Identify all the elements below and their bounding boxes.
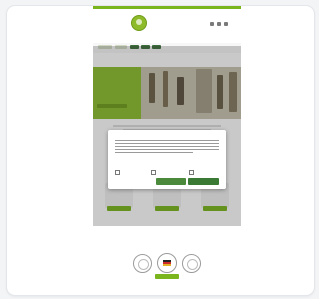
site-logo-text[interactable] <box>98 21 128 27</box>
certification-seal-icon <box>182 254 201 273</box>
cookie-text-line <box>115 140 219 142</box>
search-icon[interactable] <box>210 22 214 26</box>
marketing-checkbox[interactable] <box>189 170 194 175</box>
cookie-text-line <box>115 143 219 145</box>
user-icon[interactable] <box>217 22 221 26</box>
quality-seal-icon <box>133 254 152 273</box>
cookie-text-line <box>115 146 219 148</box>
screenshot-background <box>0 0 319 299</box>
german-flag-icon <box>163 260 171 266</box>
german-flag-seal-icon <box>157 253 177 273</box>
cookie-consent-dialog <box>108 130 226 189</box>
main-nav <box>93 35 241 43</box>
seal-ring <box>138 259 149 270</box>
cart-icon[interactable] <box>224 22 228 26</box>
preview-card <box>6 5 315 296</box>
cookie-save-button[interactable] <box>156 178 186 185</box>
cookie-text-line <box>115 149 219 151</box>
flag-stripe-gold <box>163 264 171 266</box>
mobile-page-preview <box>93 6 241 295</box>
statistics-checkbox[interactable] <box>151 170 156 175</box>
seal-ring <box>187 259 198 270</box>
site-logo-icon[interactable] <box>131 15 147 31</box>
bottom-cta-button[interactable] <box>155 274 179 279</box>
cookie-text-line <box>115 152 193 154</box>
necessary-checkbox[interactable] <box>115 170 120 175</box>
cookie-accept-all-button[interactable] <box>188 178 219 185</box>
